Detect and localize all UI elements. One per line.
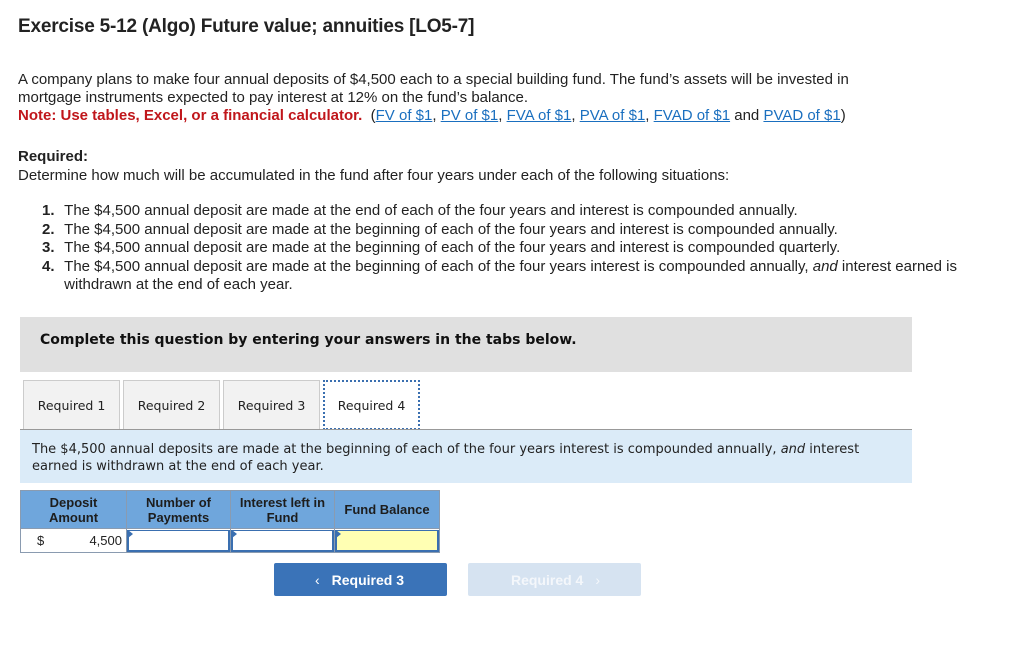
requirement-item: 1. The $4,500 annual deposit are made at…	[42, 202, 798, 219]
note-line: Note: Use tables, Excel, or a financial …	[18, 107, 846, 124]
link-pv[interactable]: PV of $1	[441, 107, 499, 124]
header-number-of-payments: Number of Payments	[126, 490, 231, 529]
deposit-amount-value: 4,500	[89, 533, 122, 548]
intro-line-1: A company plans to make four annual depo…	[18, 71, 849, 88]
link-fva[interactable]: FVA of $1	[507, 107, 572, 124]
table-row: $ 4,500	[20, 528, 440, 553]
required-heading: Required:	[18, 148, 89, 165]
requirement-item: 4. The $4,500 annual deposit are made at…	[42, 257, 957, 294]
header-interest-left: Interest left in Fund	[230, 490, 335, 529]
requirement-item: 2. The $4,500 annual deposit are made at…	[42, 220, 838, 238]
tab-required-4[interactable]: Required 4	[323, 380, 420, 430]
note-bold: Note: Use tables, Excel, or a financial …	[18, 107, 363, 124]
intro-line-2: mortgage instruments expected to pay int…	[18, 89, 529, 106]
exercise-title: Exercise 5-12 (Algo) Future value; annui…	[18, 16, 475, 37]
next-required-4-button[interactable]: Required 4 ›	[468, 563, 641, 596]
fund-balance-table: Deposit Amount Number of Payments Intere…	[20, 490, 440, 553]
input-marker-icon	[336, 530, 341, 538]
deposit-amount-cell: $ 4,500	[20, 528, 127, 553]
input-marker-icon	[232, 530, 237, 538]
currency-symbol: $	[37, 533, 45, 548]
chevron-left-icon: ‹	[314, 571, 320, 588]
number-of-payments-input[interactable]	[127, 529, 230, 552]
tab-required-2[interactable]: Required 2	[123, 380, 220, 429]
requirement-info: The $4,500 annual deposits are made at t…	[20, 430, 912, 483]
tab-bar: Required 1 Required 2 Required 3 Require…	[23, 380, 423, 430]
link-pva[interactable]: PVA of $1	[580, 107, 646, 124]
link-fv[interactable]: FV of $1	[376, 107, 433, 124]
fund-balance-input[interactable]	[335, 529, 439, 552]
intro-text: A company plans to make four annual depo…	[18, 71, 998, 125]
interest-left-input[interactable]	[231, 529, 334, 552]
header-fund-balance: Fund Balance	[334, 490, 440, 529]
and-word: and	[734, 107, 760, 124]
chevron-right-icon: ›	[595, 571, 601, 588]
input-marker-icon	[128, 530, 133, 538]
required-description: Determine how much will be accumulated i…	[18, 167, 730, 184]
prev-required-3-button[interactable]: ‹ Required 3	[274, 563, 447, 596]
requirement-item: 3. The $4,500 annual deposit are made at…	[42, 239, 841, 256]
instruction-panel: Complete this question by entering your …	[20, 317, 912, 372]
header-deposit-amount: Deposit Amount	[20, 490, 127, 529]
link-pvad[interactable]: PVAD of $1	[763, 107, 840, 124]
link-fvad[interactable]: FVAD of $1	[654, 107, 730, 124]
tab-required-1[interactable]: Required 1	[23, 380, 120, 429]
tab-required-3[interactable]: Required 3	[223, 380, 320, 429]
requirements-list: 1. The $4,500 annual deposit are made at…	[42, 202, 1002, 295]
